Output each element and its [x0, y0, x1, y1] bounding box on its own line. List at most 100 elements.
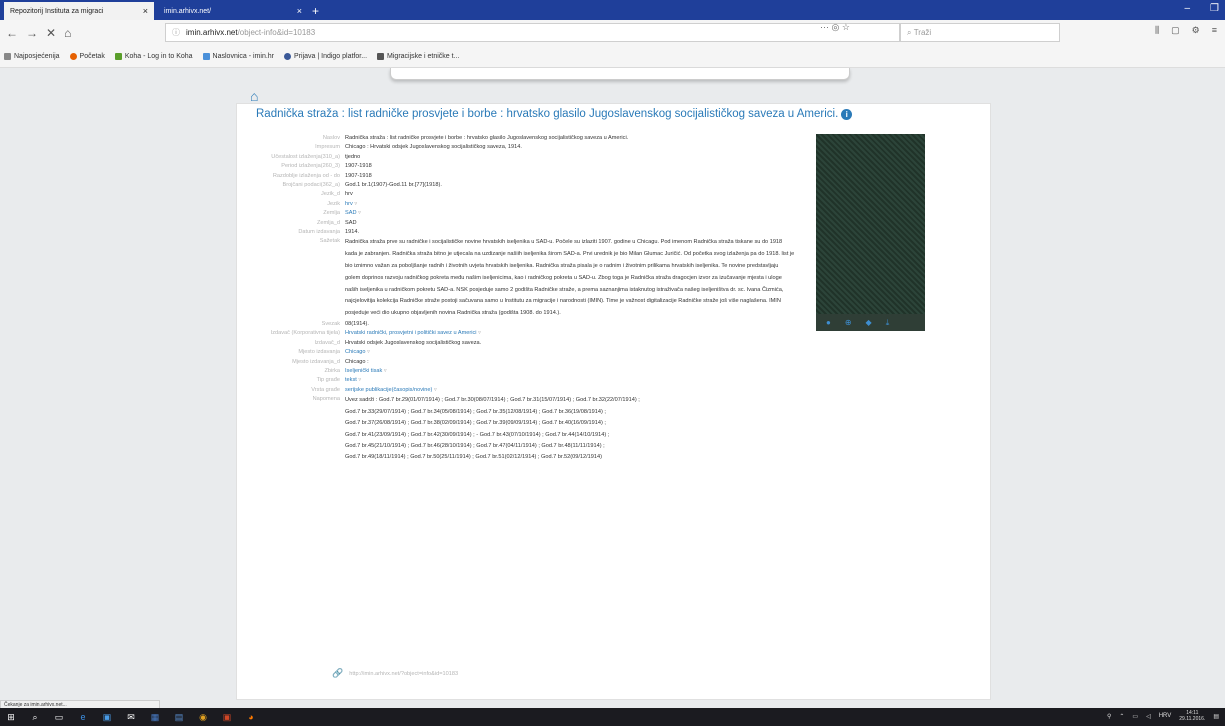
home-icon[interactable]: ⌂: [250, 88, 258, 104]
app-icon[interactable]: ▤: [174, 712, 184, 722]
field-row: Razdoblje izlaženja od - do 1907-1918: [272, 172, 372, 179]
maximize-icon[interactable]: ❐: [1210, 3, 1219, 14]
filter-icon: ▿: [358, 377, 362, 384]
browser-tab-active[interactable]: Repozitorij Instituta za migraci ×: [4, 2, 154, 20]
cover-thumbnail[interactable]: ● ⊕ ◆ ⤓: [816, 134, 925, 331]
field-link[interactable]: Chicago: [345, 349, 366, 355]
page-actions: ··· ◎ ☆: [820, 22, 850, 33]
menu-icon[interactable]: ≡: [1212, 25, 1217, 36]
field-row: Datum izdavanja 1914.: [298, 229, 359, 236]
toolbar-icons: ⫼ ▢ ⚙ ≡: [1155, 25, 1217, 36]
taskbar: ⊞ ⌕ ▭ e ▣ ✉ ▦ ▤ ◉ ▣ ◕ ⚲ ⌃ ▭ ◁ HRV 14:11 …: [0, 708, 1225, 726]
field-link[interactable]: hrv: [345, 201, 353, 207]
field-row: Zemlja_d SAD: [316, 219, 357, 226]
tab-label: imin.arhivx.net/: [164, 7, 212, 15]
field-row: Impresum Chicago : Hrvatski odsjek Jugosl…: [315, 144, 522, 151]
field-row: Jezik hrv ▿: [327, 200, 358, 207]
field-row: Zemlja SAD ▿: [323, 210, 361, 217]
link-icon: 🔗: [332, 668, 344, 678]
page-title: Radnička straža : list radničke prosvjet…: [256, 108, 976, 120]
field-link[interactable]: Iseljenički tisak: [345, 368, 382, 374]
tab-label: Repozitorij Instituta za migraci: [10, 7, 104, 15]
store-icon[interactable]: ▣: [102, 712, 112, 722]
new-tab-icon[interactable]: +: [312, 2, 319, 20]
summary-text: Radnička straža prve su radničke i socij…: [345, 239, 795, 317]
volume-icon[interactable]: ◁: [1146, 713, 1151, 720]
permalink: 🔗 http://imin.arhivx.net/?object=info&id…: [332, 668, 459, 678]
bookmark-item[interactable]: Naslovnica - imin.hr: [202, 53, 274, 60]
forward-icon[interactable]: →: [26, 26, 38, 40]
url-bar[interactable]: ⓘ imin.arhivx.net/object-info&id=10183: [165, 23, 900, 42]
field-row: Naslov Radnička straža : list radničke pr…: [322, 135, 629, 141]
bookmarks-bar: Najposjećenija Početak Koha - Log in to …: [0, 46, 1225, 68]
search-icon[interactable]: ⌕: [30, 712, 40, 722]
field-link[interactable]: SAD: [345, 210, 357, 216]
edge-icon[interactable]: e: [78, 712, 88, 722]
gear-icon: [4, 53, 11, 60]
close-tab-icon[interactable]: ×: [143, 6, 148, 16]
powerpoint-icon[interactable]: ▣: [222, 712, 232, 722]
bookmark-item[interactable]: Migracijske i etničke t...: [377, 53, 459, 60]
field-row: Period izlaženja(260_3) 1907-1918: [281, 163, 372, 170]
home-icon[interactable]: ⌂: [64, 26, 71, 40]
search-icon: ⌕: [907, 27, 914, 37]
bookmark-item[interactable]: Koha - Log in to Koha: [114, 53, 193, 60]
bookmark-item[interactable]: Najposjećenija: [4, 53, 60, 60]
filter-icon: ▿: [358, 210, 361, 217]
browser-tab[interactable]: imin.arhivx.net/ ×: [158, 2, 308, 20]
info-icon[interactable]: ●: [826, 318, 831, 327]
sidebar-icon[interactable]: ▢: [1171, 25, 1180, 36]
stop-icon[interactable]: ✕: [46, 26, 56, 40]
search-input[interactable]: ⌕ Traži: [900, 23, 1060, 42]
site-icon: [202, 53, 210, 60]
start-icon[interactable]: ⊞: [6, 712, 16, 722]
field-row: Zbirka Iseljenički tisak ▿: [324, 368, 387, 375]
nav-bar: ← → ✕ ⌂ ⓘ imin.arhivx.net/object-info&id…: [0, 20, 1225, 46]
extension-icon[interactable]: ⚙: [1192, 25, 1200, 36]
field-link[interactable]: serijske publikacije(časopis/novine): [345, 387, 432, 393]
field-row: Mjesto izdavanja Chicago ▿: [298, 349, 370, 356]
bookmark-star-icon[interactable]: ☆: [842, 22, 850, 32]
language-indicator[interactable]: HRV: [1159, 713, 1172, 719]
notes-row: Napomena Uvez sadrži : God.7 br.29(01/07…: [250, 395, 800, 463]
dropdown-panel: [390, 68, 850, 80]
bookmark-item[interactable]: Početak: [69, 53, 105, 60]
zoom-icon[interactable]: ⊕: [845, 318, 852, 327]
page-content: ⌂ Radnička straža : list radničke prosvj…: [0, 68, 1225, 700]
more-icon[interactable]: ···: [820, 22, 829, 32]
info-icon[interactable]: i: [841, 109, 853, 120]
library-icon[interactable]: ⫼: [1155, 25, 1159, 36]
koha-icon: [114, 53, 122, 60]
close-tab-icon[interactable]: ×: [297, 6, 302, 16]
bookmark-item[interactable]: Prijava | Indigo platfor...: [284, 53, 367, 60]
filter-icon: ▿: [433, 386, 437, 393]
minimize-icon[interactable]: –: [1184, 3, 1190, 14]
mail-icon[interactable]: ✉: [126, 712, 136, 722]
people-icon[interactable]: ⚲: [1107, 713, 1111, 720]
share-icon[interactable]: ◆: [866, 318, 872, 327]
field-row: Izdavač_d Hrvatski odsjek Jugoslavenskog …: [314, 339, 482, 346]
field-row: Svezak 08(1914).: [321, 321, 369, 328]
field-link[interactable]: tekst: [345, 377, 357, 383]
notifications-icon[interactable]: ▤: [1213, 713, 1219, 720]
network-icon[interactable]: ▭: [1132, 713, 1138, 720]
field-row: Izdavač (Korporativna tijela) Hrvatski ra…: [270, 330, 481, 337]
task-view-icon[interactable]: ▭: [54, 712, 64, 722]
filter-icon: ▿: [354, 200, 358, 207]
field-row: Učestalost izlaženja(310_a) tjedno: [271, 153, 361, 160]
field-link[interactable]: Hrvatski radnički, prosvjetni i političk…: [345, 330, 477, 336]
pocket-icon[interactable]: ◎: [832, 22, 840, 32]
firefox-icon: [69, 53, 77, 60]
firefox-icon[interactable]: ◕: [246, 712, 256, 722]
field-row: Mjesto izdavanja_d Chicago :: [292, 358, 369, 365]
clock[interactable]: 14:11 29.11.2016.: [1179, 710, 1205, 722]
field-row: Brojčani podaci(362_a) God.1 br.1(1907)-G…: [282, 182, 442, 189]
word-icon[interactable]: ▦: [150, 712, 160, 722]
record-fields: Naslov Radnička straža : list radničke pr…: [250, 134, 800, 464]
chevron-up-icon[interactable]: ⌃: [1119, 713, 1124, 720]
page-info-icon[interactable]: ⓘ: [172, 27, 180, 38]
download-icon[interactable]: ⤓: [886, 318, 890, 328]
cover-image[interactable]: [816, 134, 925, 314]
chrome-icon[interactable]: ◉: [198, 712, 208, 722]
back-icon[interactable]: ←: [6, 26, 18, 40]
